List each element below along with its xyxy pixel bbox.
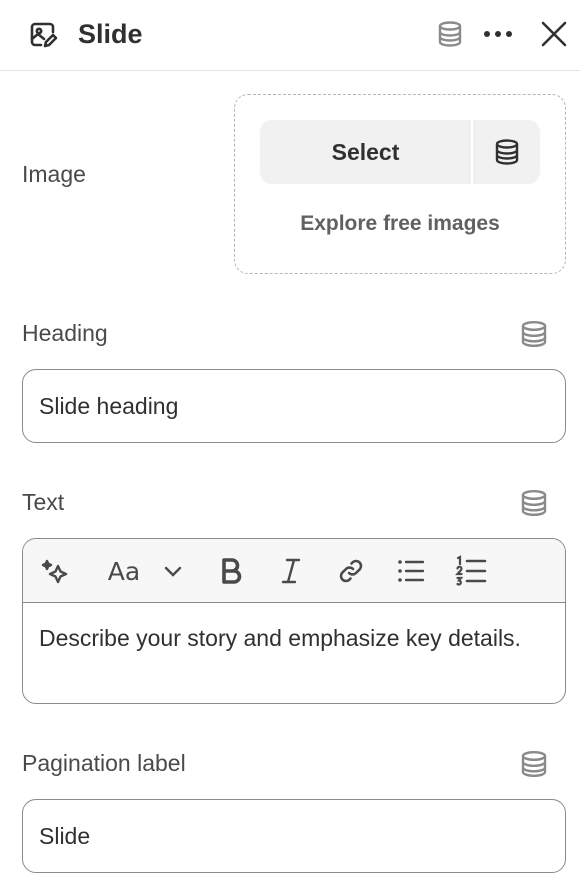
database-icon[interactable] <box>436 20 464 48</box>
chevron-down-icon[interactable] <box>157 555 189 587</box>
heading-label: Heading <box>22 320 108 346</box>
italic-icon[interactable] <box>275 555 307 587</box>
image-edit-icon <box>30 22 58 48</box>
pagination-input[interactable]: Slide <box>22 799 566 873</box>
bullet-list-icon[interactable] <box>395 555 427 587</box>
image-source-button[interactable] <box>473 120 540 184</box>
image-label: Image <box>22 161 86 187</box>
text-editor-toolbar: Aa <box>23 539 565 603</box>
pagination-label: Pagination label <box>22 750 186 776</box>
explore-free-images-link[interactable]: Explore free images <box>234 212 566 236</box>
heading-input[interactable]: Slide heading <box>22 369 566 443</box>
numbered-list-icon[interactable] <box>455 555 487 587</box>
select-image-button[interactable]: Select <box>260 120 473 184</box>
more-icon[interactable] <box>482 20 514 48</box>
panel-header: Slide <box>0 0 580 71</box>
database-icon[interactable] <box>519 749 549 779</box>
database-icon <box>495 139 518 165</box>
panel-title: Slide <box>78 19 143 49</box>
link-icon[interactable] <box>335 555 367 587</box>
text-editor: Aa Describe your story and emphasize key… <box>22 538 566 704</box>
image-select-group: Select <box>260 120 540 184</box>
database-icon[interactable] <box>519 319 549 349</box>
bold-icon[interactable] <box>215 555 247 587</box>
magic-icon[interactable] <box>39 555 71 587</box>
font-size-icon[interactable]: Aa <box>103 555 145 587</box>
close-icon[interactable] <box>538 18 570 50</box>
database-icon[interactable] <box>519 488 549 518</box>
text-label: Text <box>22 489 65 515</box>
text-editor-content[interactable]: Describe your story and emphasize key de… <box>23 603 565 655</box>
